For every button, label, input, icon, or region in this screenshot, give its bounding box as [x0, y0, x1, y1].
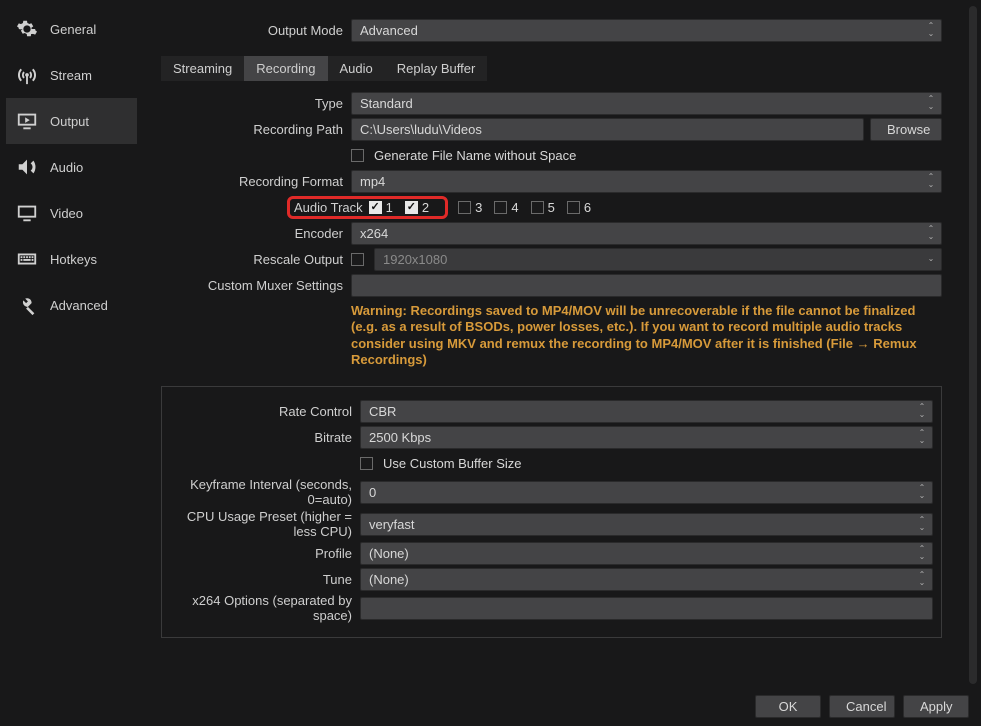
bitrate-label: Bitrate — [170, 430, 360, 445]
dialog-button-bar: OK Cancel Apply — [755, 695, 969, 718]
gear-icon — [14, 18, 40, 40]
type-label: Type — [161, 96, 351, 111]
output-tabs: Streaming Recording Audio Replay Buffer — [161, 56, 942, 81]
audio-track-highlight: Audio Track 1 2 — [287, 196, 448, 219]
muxer-label: Custom Muxer Settings — [161, 278, 351, 293]
tab-replay-buffer[interactable]: Replay Buffer — [385, 56, 488, 81]
recording-format-select[interactable]: mp4 — [351, 170, 942, 193]
output-mode-label: Output Mode — [161, 23, 351, 38]
tune-select[interactable]: (None) — [360, 568, 933, 591]
chevron-updown-icon — [923, 171, 939, 192]
chevron-updown-icon — [914, 514, 930, 535]
spinner-arrows-icon[interactable] — [914, 482, 930, 503]
chevron-updown-icon — [914, 401, 930, 422]
monitor-icon — [14, 202, 40, 224]
sidebar-label: Hotkeys — [50, 252, 97, 267]
rescale-resolution-select: 1920x1080 — [374, 248, 942, 271]
sidebar-item-video[interactable]: Video — [6, 190, 137, 236]
monitor-arrow-icon — [14, 110, 40, 132]
recording-format-label: Recording Format — [161, 174, 351, 189]
sidebar-item-stream[interactable]: Stream — [6, 52, 137, 98]
sidebar-label: General — [50, 22, 96, 37]
recording-path-label: Recording Path — [161, 122, 351, 137]
recording-path-input[interactable]: C:\Users\ludu\Videos — [351, 118, 864, 141]
chevron-updown-icon — [923, 93, 939, 114]
custom-buffer-checkbox[interactable] — [360, 457, 373, 470]
keyframe-label: Keyframe Interval (seconds, 0=auto) — [170, 477, 360, 507]
rescale-label: Rescale Output — [161, 252, 351, 267]
rate-control-label: Rate Control — [170, 404, 360, 419]
keyboard-icon — [14, 248, 40, 270]
output-mode-select[interactable]: Advanced — [351, 19, 942, 42]
x264-encoder-panel: Rate Control CBR Bitrate 2500 Kbps Use C… — [161, 386, 942, 638]
chevron-updown-icon — [914, 569, 930, 590]
spinner-arrows-icon[interactable] — [914, 427, 930, 448]
settings-sidebar: General Stream Output Audio Video Hotkey… — [0, 0, 143, 686]
muxer-settings-input[interactable] — [351, 274, 942, 297]
chevron-down-icon — [923, 249, 939, 270]
rescale-output-checkbox[interactable] — [351, 253, 364, 266]
keyframe-input[interactable]: 0 — [360, 481, 933, 504]
sidebar-label: Audio — [50, 160, 83, 175]
audio-track-6-checkbox[interactable] — [567, 201, 580, 214]
audio-track-5-checkbox[interactable] — [531, 201, 544, 214]
tools-icon — [14, 294, 40, 316]
encoder-label: Encoder — [161, 226, 351, 241]
gen-filename-nospace-label: Generate File Name without Space — [374, 148, 576, 163]
audio-track-1-checkbox[interactable] — [369, 201, 382, 214]
apply-button[interactable]: Apply — [903, 695, 969, 718]
gen-filename-nospace-checkbox[interactable] — [351, 149, 364, 162]
x264-opts-input[interactable] — [360, 597, 933, 620]
sidebar-item-hotkeys[interactable]: Hotkeys — [6, 236, 137, 282]
tab-streaming[interactable]: Streaming — [161, 56, 244, 81]
sidebar-label: Output — [50, 114, 89, 129]
chevron-updown-icon — [923, 20, 939, 41]
tab-recording[interactable]: Recording — [244, 56, 327, 81]
audio-track-2-checkbox[interactable] — [405, 201, 418, 214]
profile-label: Profile — [170, 546, 360, 561]
sidebar-label: Stream — [50, 68, 92, 83]
type-select[interactable]: Standard — [351, 92, 942, 115]
cpu-preset-select[interactable]: veryfast — [360, 513, 933, 536]
sidebar-item-general[interactable]: General — [6, 6, 137, 52]
speaker-icon — [14, 156, 40, 178]
sidebar-item-advanced[interactable]: Advanced — [6, 282, 137, 328]
bitrate-input[interactable]: 2500 Kbps — [360, 426, 933, 449]
x264-opts-label: x264 Options (separated by space) — [170, 593, 360, 623]
settings-content: Output Mode Advanced Streaming Recording… — [143, 0, 962, 686]
encoder-select[interactable]: x264 — [351, 222, 942, 245]
chevron-updown-icon — [914, 543, 930, 564]
sidebar-item-output[interactable]: Output — [6, 98, 137, 144]
sidebar-label: Advanced — [50, 298, 108, 313]
sidebar-item-audio[interactable]: Audio — [6, 144, 137, 190]
ok-button[interactable]: OK — [755, 695, 821, 718]
mp4-warning: Warning: Recordings saved to MP4/MOV wil… — [161, 299, 942, 378]
rate-control-select[interactable]: CBR — [360, 400, 933, 423]
sidebar-label: Video — [50, 206, 83, 221]
antenna-icon — [14, 64, 40, 86]
chevron-updown-icon — [923, 223, 939, 244]
audio-track-4-checkbox[interactable] — [494, 201, 507, 214]
tab-audio[interactable]: Audio — [328, 56, 385, 81]
cpu-preset-label: CPU Usage Preset (higher = less CPU) — [170, 509, 360, 539]
audio-track-3-checkbox[interactable] — [458, 201, 471, 214]
scrollbar[interactable] — [969, 6, 977, 684]
browse-button[interactable]: Browse — [870, 118, 942, 141]
profile-select[interactable]: (None) — [360, 542, 933, 565]
custom-buffer-label: Use Custom Buffer Size — [383, 456, 521, 471]
audio-track-label: Audio Track — [290, 200, 369, 215]
tune-label: Tune — [170, 572, 360, 587]
cancel-button[interactable]: Cancel — [829, 695, 895, 718]
